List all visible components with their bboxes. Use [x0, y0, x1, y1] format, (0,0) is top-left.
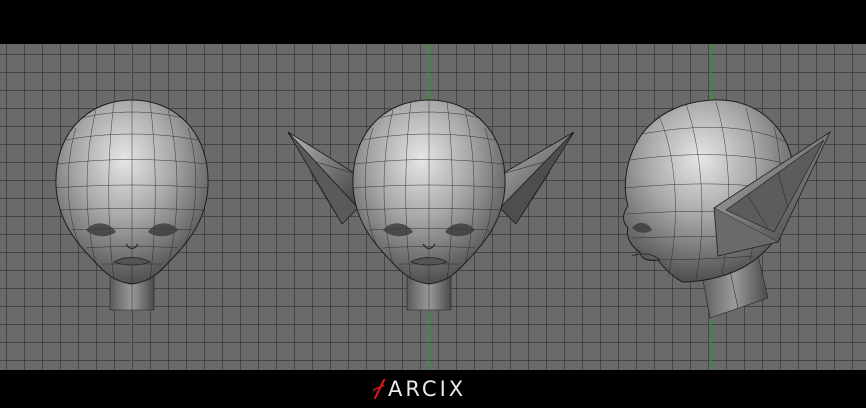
slash-s-mark-icon: [372, 379, 386, 399]
right-ear: [499, 131, 575, 225]
head-model-front-ears[interactable]: [286, 96, 576, 316]
top-letterbox: [0, 0, 866, 44]
brand-logo: ARCIX: [372, 375, 466, 403]
head-model-front[interactable]: [52, 96, 222, 316]
head-model-side[interactable]: [618, 96, 838, 321]
logo-text: ARCIX: [388, 377, 467, 401]
left-ear: [287, 131, 359, 225]
